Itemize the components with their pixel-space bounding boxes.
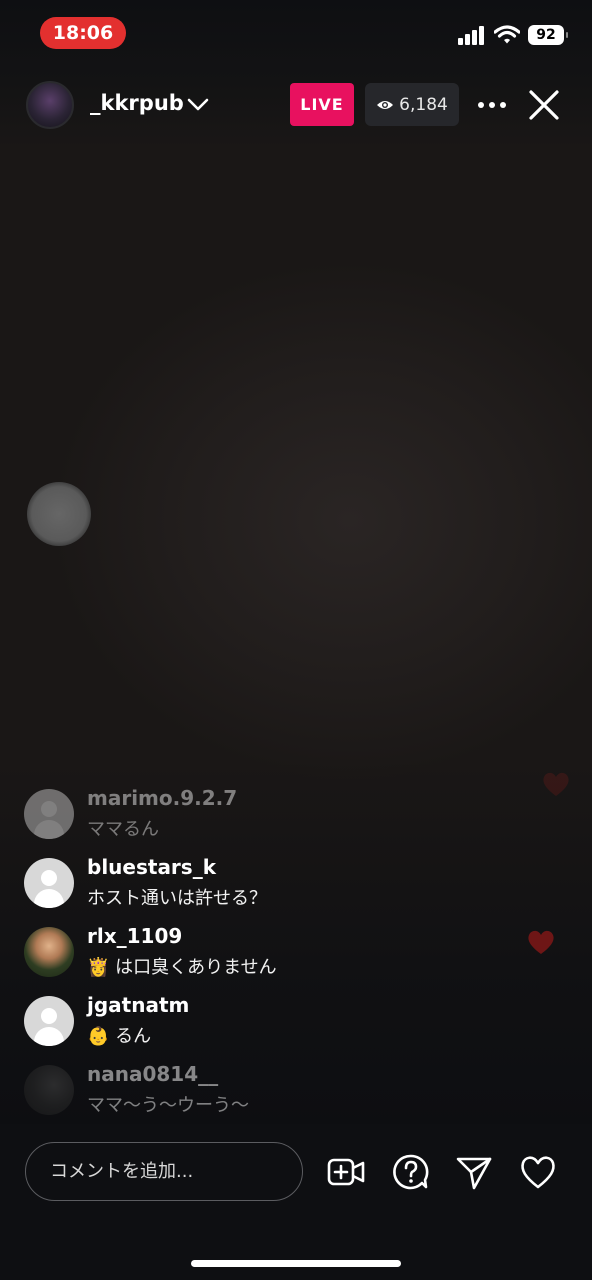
comment-username[interactable]: jgatnatm [87, 993, 189, 1017]
comment-username[interactable]: nana0814__ [87, 1062, 218, 1086]
heart-icon[interactable] [518, 1152, 558, 1192]
status-icons: 92 [458, 22, 568, 48]
emoji: 👶 [87, 1026, 110, 1047]
chevron-down-icon[interactable] [186, 94, 210, 116]
home-indicator[interactable] [191, 1260, 401, 1267]
comment-item: bluestars_k ホスト通いは許せる？ [24, 855, 564, 911]
comment-item: marimo.9.2.7 ママるん [24, 786, 564, 842]
live-badge: LIVE [290, 83, 354, 126]
send-icon[interactable] [454, 1152, 494, 1192]
more-icon[interactable] [474, 90, 510, 120]
avatar[interactable] [24, 927, 74, 977]
comment-text: ママるん [87, 819, 159, 840]
add-video-icon[interactable] [326, 1152, 366, 1192]
avatar[interactable] [24, 996, 74, 1046]
wifi-icon [494, 25, 520, 44]
avatar[interactable] [24, 1065, 74, 1115]
comment-item: nana0814__ ママ〜う〜ウーう〜 [24, 1062, 564, 1118]
comment-text: ママ〜う〜ウーう〜 [87, 1095, 249, 1116]
host-avatar[interactable] [26, 81, 74, 129]
close-icon[interactable] [526, 88, 562, 122]
host-username[interactable]: _kkrpub [90, 91, 184, 115]
viewer-count-badge[interactable]: 6,184 [365, 83, 459, 126]
signal-icon [458, 26, 484, 45]
question-icon[interactable] [391, 1152, 431, 1192]
comment-text: 👶 るん [87, 1026, 152, 1047]
avatar[interactable] [24, 858, 74, 908]
avatar[interactable] [24, 789, 74, 839]
emoji: 👸 [87, 957, 110, 978]
comment-text: ホスト通いは許せる？ [87, 888, 267, 909]
comment-username[interactable]: rlx_1109 [87, 924, 182, 948]
comment-item: rlx_1109 👸 は口臭くありません [24, 924, 564, 980]
live-stream-screen: 18:06 92 _kkrpub LIVE 6,184 marimo.9.2.7… [0, 0, 592, 1280]
status-time: 18:06 [40, 17, 126, 49]
comment-username[interactable]: bluestars_k [87, 855, 216, 879]
eye-icon [377, 100, 394, 109]
comment-username[interactable]: marimo.9.2.7 [87, 786, 237, 810]
comment-item: jgatnatm 👶 るん [24, 993, 564, 1049]
floating-bubble[interactable] [27, 482, 91, 546]
comment-input[interactable] [25, 1142, 303, 1201]
comment-text: 👸 は口臭くありません [87, 957, 277, 978]
viewer-count: 6,184 [399, 94, 448, 115]
battery-icon: 92 [528, 25, 568, 45]
